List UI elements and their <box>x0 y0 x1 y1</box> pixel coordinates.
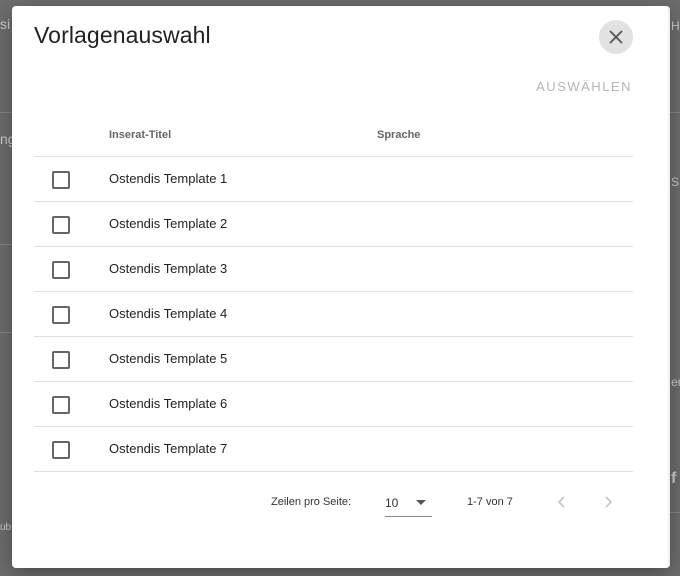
rows-per-page-select[interactable]: 10 <box>385 488 432 517</box>
background-divider <box>670 512 680 513</box>
background-divider <box>0 332 12 333</box>
row-checkbox[interactable] <box>52 171 70 189</box>
pagination-bar: Zeilen pro Seite: 10 1-7 von 7 <box>34 488 633 518</box>
row-checkbox[interactable] <box>52 396 70 414</box>
page-range: 1-7 von 7 <box>467 496 513 508</box>
row-checkbox[interactable] <box>52 261 70 279</box>
table-header: Inserat-Titel Sprache <box>34 116 633 157</box>
template-selection-dialog: Vorlagenauswahl AUSWÄHLEN Inserat-Titel … <box>12 6 670 568</box>
row-checkbox[interactable] <box>52 351 70 369</box>
select-button[interactable]: AUSWÄHLEN <box>536 79 632 94</box>
table-row[interactable]: Ostendis Template 2 <box>34 202 633 247</box>
background-divider <box>0 244 12 245</box>
background-divider <box>670 112 680 113</box>
scroll-up-icon[interactable]: ▲ <box>669 6 670 16</box>
dialog-scrollbar[interactable]: ▲ ▼ <box>668 6 670 568</box>
scroll-down-icon[interactable]: ▼ <box>669 556 670 566</box>
row-title: Ostendis Template 2 <box>109 216 228 231</box>
background-text-fragment: H <box>671 19 680 33</box>
row-title: Ostendis Template 5 <box>109 351 228 366</box>
next-page-button[interactable] <box>596 490 620 514</box>
row-title: Ostendis Template 1 <box>109 171 228 186</box>
column-header-language[interactable]: Sprache <box>377 129 420 141</box>
rows-per-page-value: 10 <box>385 496 399 510</box>
background-text-fragment: ub <box>0 522 12 533</box>
row-title: Ostendis Template 6 <box>109 396 228 411</box>
row-checkbox[interactable] <box>52 306 70 324</box>
column-header-title[interactable]: Inserat-Titel <box>109 129 171 141</box>
table-row[interactable]: Ostendis Template 4 <box>34 292 633 337</box>
background-text-fragment: er <box>671 375 680 389</box>
rows-per-page-label: Zeilen pro Seite: <box>271 496 352 508</box>
dialog-title: Vorlagenauswahl <box>34 22 211 48</box>
table-row[interactable]: Ostendis Template 7 <box>34 427 633 472</box>
row-checkbox[interactable] <box>52 441 70 459</box>
background-text-fragment: f <box>671 470 677 487</box>
close-button[interactable] <box>599 20 633 54</box>
table-row[interactable]: Ostendis Template 5 <box>34 337 633 382</box>
row-title: Ostendis Template 3 <box>109 261 228 276</box>
previous-page-button[interactable] <box>550 490 574 514</box>
chevron-right-icon <box>605 496 613 508</box>
background-text-fragment: S <box>671 175 680 189</box>
dropdown-arrow-icon <box>416 500 426 505</box>
row-title: Ostendis Template 7 <box>109 441 228 456</box>
table-row[interactable]: Ostendis Template 1 <box>34 157 633 202</box>
close-icon <box>609 30 623 44</box>
background-text-fragment: si <box>0 16 11 32</box>
chevron-left-icon <box>557 496 565 508</box>
table-row[interactable]: Ostendis Template 6 <box>34 382 633 427</box>
background-divider <box>0 112 12 113</box>
row-checkbox[interactable] <box>52 216 70 234</box>
row-title: Ostendis Template 4 <box>109 306 228 321</box>
table-row[interactable]: Ostendis Template 3 <box>34 247 633 292</box>
template-table: Inserat-Titel Sprache Ostendis Template … <box>34 116 633 472</box>
